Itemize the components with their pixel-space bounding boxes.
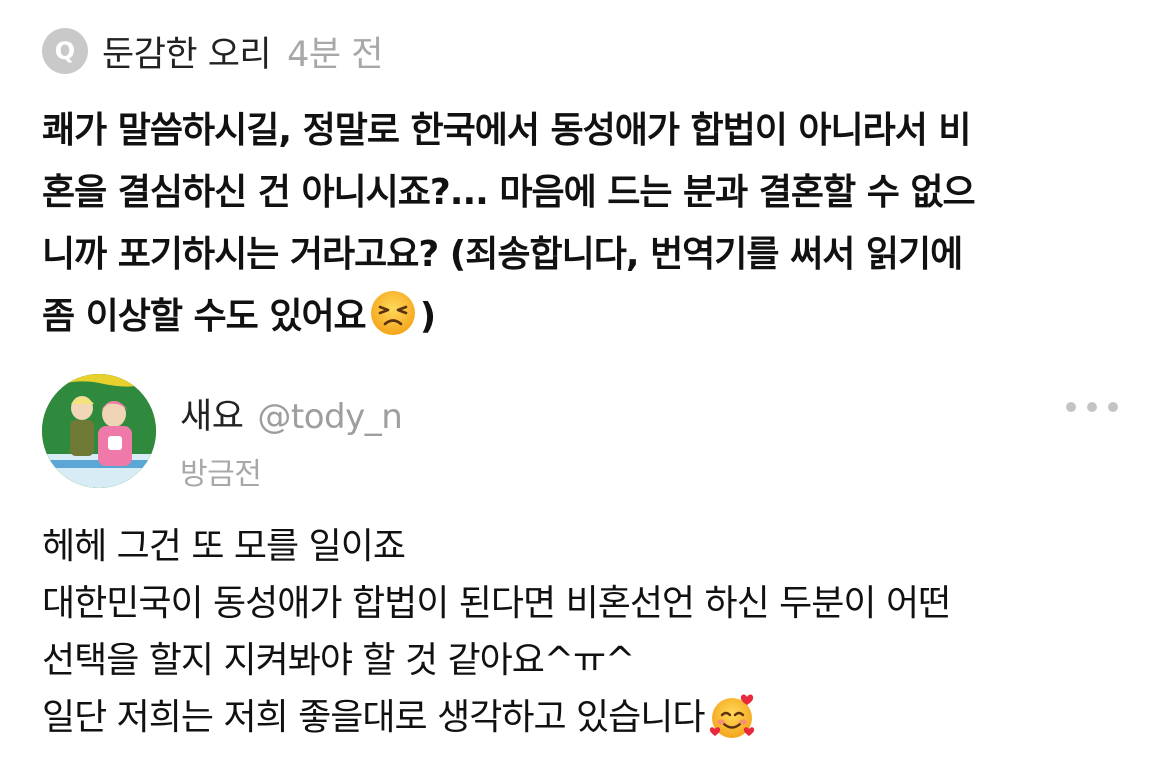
more-options-button[interactable] bbox=[1066, 392, 1118, 422]
more-dot-icon bbox=[1087, 402, 1097, 412]
question-badge: Q bbox=[42, 28, 88, 74]
question-line-tail: ) bbox=[419, 296, 436, 337]
answer-line: 선택을 할지 지켜봐야 할 것 같아요^ㅠ^ bbox=[42, 640, 635, 681]
more-dot-icon bbox=[1108, 402, 1118, 412]
answerer-name[interactable]: 새요 bbox=[180, 388, 244, 439]
question-line: 좀 이상할 수도 있어요 ) bbox=[42, 286, 1142, 348]
answerer-info: 새요 @tody_n 방금전 bbox=[180, 388, 403, 493]
answer-timestamp: 방금전 bbox=[180, 457, 262, 492]
answerer-line: 새요 @tody_n bbox=[180, 388, 403, 439]
question-line-text: 좀 이상할 수도 있어요 bbox=[42, 296, 367, 337]
answer-line: 일단 저희는 저희 좋을대로 생각하고 있습니다 bbox=[42, 689, 1142, 746]
answer-line: 대한민국이 동성애가 합법이 된다면 비혼선언 하신 두분이 어떤 bbox=[42, 583, 951, 624]
answerer-avatar[interactable] bbox=[42, 374, 156, 488]
answer-text: 헤헤 그건 또 모를 일이죠 대한민국이 동성애가 합법이 된다면 비혼선언 하… bbox=[42, 518, 1142, 746]
answerer-handle[interactable]: @tody_n bbox=[257, 397, 402, 437]
persevering-face-icon bbox=[368, 288, 418, 338]
smiling-face-with-hearts-icon bbox=[707, 691, 757, 741]
more-dot-icon bbox=[1066, 402, 1076, 412]
asker-name[interactable]: 둔감한 오리 bbox=[102, 26, 272, 77]
question-line: 쾌가 말씀하시길, 정말로 한국에서 동성애가 합법이 아니라서 비 bbox=[42, 110, 972, 151]
question-header: Q 둔감한 오리 4분 전 bbox=[42, 26, 383, 76]
question-line: 니까 포기하시는 거라고요? (죄송합니다, 번역기를 써서 읽기에 bbox=[42, 234, 963, 275]
question-timestamp: 4분 전 bbox=[287, 34, 383, 75]
question-text: 쾌가 말씀하시길, 정말로 한국에서 동성애가 합법이 아니라서 비 혼을 결심… bbox=[42, 100, 1142, 348]
question-line: 혼을 결심하신 건 아니시죠?... 마음에 드는 분과 결혼할 수 없으 bbox=[42, 172, 976, 213]
answer-line: 헤헤 그건 또 모를 일이죠 bbox=[42, 526, 406, 567]
answer-line-text: 일단 저희는 저희 좋을대로 생각하고 있습니다 bbox=[42, 697, 705, 738]
